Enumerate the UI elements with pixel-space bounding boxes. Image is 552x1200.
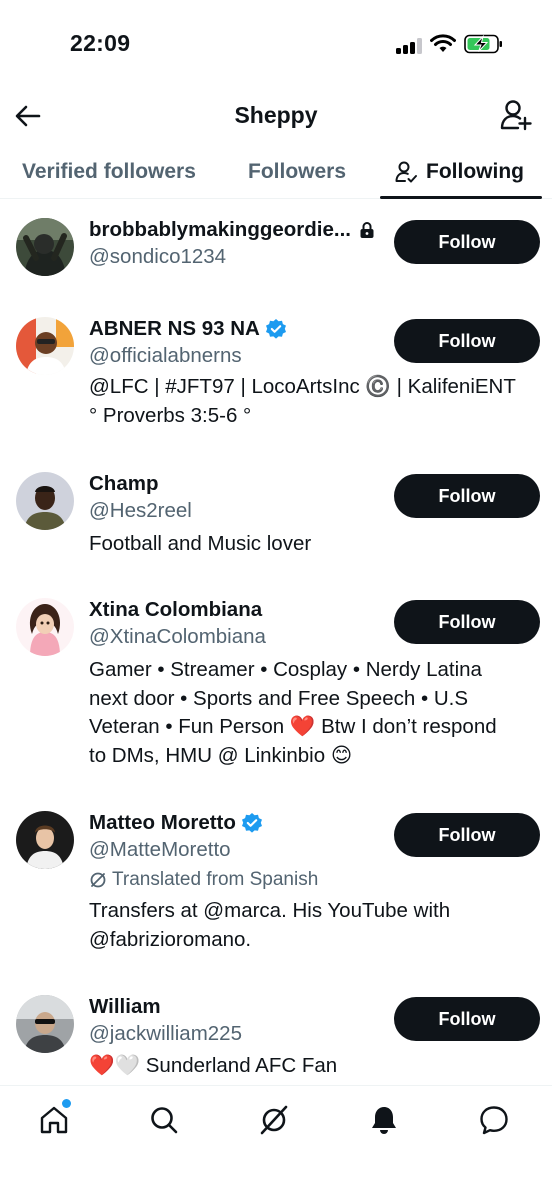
- verified-badge-icon: [241, 813, 262, 833]
- follow-button[interactable]: Follow: [394, 813, 540, 857]
- user-row[interactable]: ABNER NS 93 NA @officialabnerns Follow @…: [0, 317, 552, 437]
- notifications-icon[interactable]: [368, 1104, 400, 1136]
- bio-line: ❤️🤍 Sunderland AFC Fan: [89, 1054, 338, 1077]
- user-handle: @MatteMoretto: [89, 838, 231, 861]
- status-bar: 22:09: [0, 0, 552, 90]
- user-handle: @XtinaColombiana: [89, 625, 266, 648]
- bottom-navigation: [0, 1085, 552, 1200]
- follow-button[interactable]: Follow: [394, 600, 540, 644]
- follow-tabs: Verified followers Followers Following: [0, 145, 552, 199]
- user-bio: ❤️🤍 Sunderland AFC Fan: [89, 1052, 539, 1081]
- messages-icon[interactable]: [478, 1104, 510, 1136]
- user-name: Matteo Moretto: [89, 811, 236, 834]
- user-name-line: William: [89, 995, 161, 1019]
- new-posts-dot: [62, 1099, 71, 1108]
- follow-button[interactable]: Follow: [394, 474, 540, 518]
- user-name: Champ: [89, 472, 159, 495]
- user-handle: @sondico1234: [89, 245, 227, 268]
- translated-note[interactable]: Translated from Spanish: [89, 869, 318, 891]
- user-row[interactable]: Champ @Hes2reel Follow Football and Musi…: [0, 472, 552, 572]
- following-person-check-icon: [395, 161, 417, 183]
- user-handle: @jackwilliam225: [89, 1022, 242, 1045]
- avatar[interactable]: [16, 598, 74, 656]
- user-bio: Transfers at @marca. His YouTube with @f…: [89, 897, 539, 954]
- user-row[interactable]: Xtina Colombiana @XtinaColombiana Follow…: [0, 598, 552, 778]
- tab-label: Following: [426, 160, 524, 183]
- user-handle: @Hes2reel: [89, 499, 192, 522]
- user-name-line: brobbablymakinggeordie...: [89, 218, 376, 242]
- home-icon[interactable]: [38, 1104, 70, 1136]
- bio-line: @fabrizioromano.: [89, 927, 252, 951]
- add-user-icon[interactable]: [498, 98, 532, 132]
- user-name: Xtina Colombiana: [89, 598, 263, 621]
- follow-button[interactable]: Follow: [394, 319, 540, 363]
- avatar[interactable]: [16, 811, 74, 869]
- verified-badge-icon: [265, 319, 286, 339]
- user-bio: Football and Music lover: [89, 530, 539, 559]
- battery-charging-icon: [464, 34, 502, 54]
- avatar[interactable]: [16, 472, 74, 530]
- bio-line: to DMs, HMU @ Linkinbio 😊: [89, 743, 353, 767]
- user-name-line: Matteo Moretto: [89, 811, 263, 835]
- bio-line: @LFC | #JFT97 | LocoArtsInc ©️ | Kalifen…: [89, 375, 516, 398]
- active-tab-indicator: [380, 196, 542, 199]
- bio-line: Football and Music lover: [89, 532, 312, 555]
- user-bio: Gamer • Streamer • Cosplay • Nerdy Latin…: [89, 656, 539, 770]
- follow-button[interactable]: Follow: [394, 997, 540, 1041]
- cellular-signal-icon: [396, 38, 424, 54]
- bio-line: Veteran • Fun Person ❤️ Btw I don’t resp…: [89, 715, 497, 738]
- user-handle: @officialabnerns: [89, 344, 242, 367]
- avatar[interactable]: [16, 995, 74, 1053]
- grok-icon[interactable]: [258, 1104, 290, 1136]
- following-list: brobbablymakinggeordie... @sondico1234 F…: [0, 200, 552, 1085]
- translate-icon: [90, 872, 106, 888]
- user-bio: @LFC | #JFT97 | LocoArtsInc ©️ | Kalifen…: [89, 373, 539, 430]
- top-header: Sheppy: [0, 90, 552, 144]
- lock-icon: [360, 222, 374, 238]
- bio-line: ° Proverbs 3:5-6 °: [89, 403, 252, 427]
- status-time: 22:09: [70, 30, 131, 56]
- user-name-line: ABNER NS 93 NA: [89, 317, 287, 341]
- tab-verified-followers[interactable]: Verified followers: [22, 145, 196, 199]
- wifi-icon: [430, 34, 456, 52]
- avatar[interactable]: [16, 317, 74, 375]
- user-row[interactable]: William @jackwilliam225 Follow ❤️🤍 Sunde…: [0, 995, 552, 1085]
- tab-label: Followers: [248, 160, 347, 183]
- bio-line: next door • Sports and Free Speech • U.S: [89, 686, 468, 710]
- user-row[interactable]: brobbablymakinggeordie... @sondico1234 F…: [0, 218, 552, 298]
- translated-label: Translated from Spanish: [112, 869, 319, 890]
- follow-button[interactable]: Follow: [394, 220, 540, 264]
- user-name: brobbablymakinggeordie...: [89, 218, 351, 241]
- tab-following[interactable]: Following: [394, 145, 524, 199]
- user-name-line: Champ: [89, 472, 158, 496]
- user-name: ABNER NS 93 NA: [89, 317, 260, 340]
- tab-followers[interactable]: Followers: [248, 145, 346, 199]
- bio-line: Transfers at @marca. His YouTube with: [89, 899, 451, 922]
- tab-label: Verified followers: [22, 160, 196, 183]
- page-title: Sheppy: [234, 102, 318, 128]
- search-icon[interactable]: [148, 1104, 180, 1136]
- avatar[interactable]: [16, 218, 74, 276]
- user-row[interactable]: Matteo Moretto @MatteMoretto Follow Tran…: [0, 811, 552, 961]
- user-name-line: Xtina Colombiana: [89, 598, 262, 622]
- user-name: William: [89, 995, 161, 1018]
- bio-line: Gamer • Streamer • Cosplay • Nerdy Latin…: [89, 658, 482, 681]
